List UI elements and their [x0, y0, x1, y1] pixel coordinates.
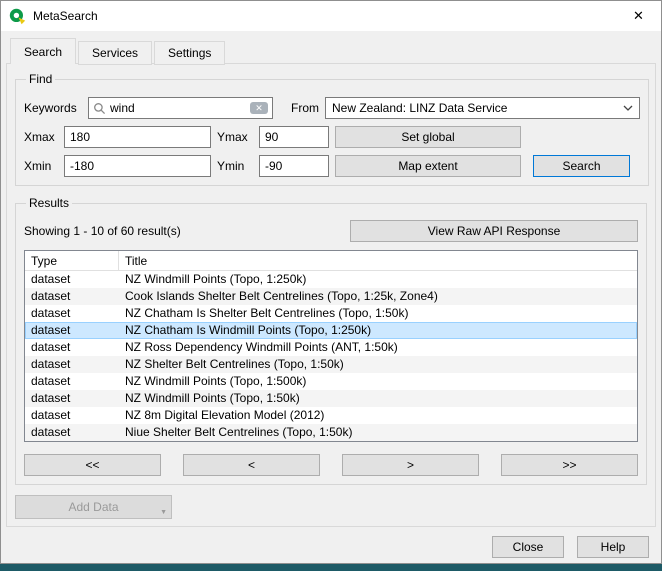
table-row[interactable]: dataset Niue Shelter Belt Centrelines (T… [25, 424, 637, 441]
clear-input-icon[interactable]: ✕ [250, 102, 268, 114]
add-data-button[interactable]: Add Data ▼ [15, 495, 172, 519]
table-row[interactable]: dataset NZ Chatham Is Shelter Belt Centr… [25, 305, 637, 322]
from-dropdown-value: New Zealand: LINZ Data Service [332, 101, 507, 115]
window-title: MetaSearch [33, 9, 98, 23]
search-tab-panel: Find Keywords ✕ From New Zealand: LINZ D [6, 63, 656, 527]
pager-last-button[interactable]: >> [501, 454, 638, 476]
table-row[interactable]: dataset Cook Islands Shelter Belt Centre… [25, 288, 637, 305]
search-icon [93, 102, 106, 115]
result-type-cell: dataset [25, 356, 119, 373]
keywords-label: Keywords [24, 101, 82, 115]
result-type-cell: dataset [25, 322, 119, 339]
result-title-cell: NZ Ross Dependency Windmill Points (ANT,… [119, 339, 637, 356]
xmax-input[interactable] [64, 126, 211, 148]
xmin-label: Xmin [24, 159, 58, 173]
result-title-cell: NZ Windmill Points (Topo, 1:500k) [119, 373, 637, 390]
result-title-cell: Cook Islands Shelter Belt Centrelines (T… [119, 288, 637, 305]
dropdown-arrow-icon: ▼ [160, 509, 167, 516]
xmin-input[interactable] [64, 155, 211, 177]
dialog-button-bar: Close Help [492, 536, 649, 558]
ymax-input[interactable] [259, 126, 329, 148]
from-label: From [291, 101, 319, 115]
from-dropdown[interactable]: New Zealand: LINZ Data Service [325, 97, 640, 119]
result-title-cell: NZ Windmill Points (Topo, 1:250k) [119, 271, 637, 288]
find-group-label: Find [26, 72, 55, 86]
result-title-cell: NZ 8m Digital Elevation Model (2012) [119, 407, 637, 424]
group-find: Find Keywords ✕ From New Zealand: LINZ D [15, 72, 649, 186]
results-table-header: Type Title [25, 251, 637, 271]
tab-settings[interactable]: Settings [154, 41, 225, 65]
xmax-label: Xmax [24, 130, 58, 144]
results-status: Showing 1 - 10 of 60 result(s) [24, 224, 181, 238]
tab-bar: Search Services Settings [1, 31, 661, 64]
result-type-cell: dataset [25, 339, 119, 356]
result-type-cell: dataset [25, 407, 119, 424]
qgis-logo-icon [9, 8, 26, 25]
titlebar: MetaSearch ✕ [1, 1, 661, 31]
search-button[interactable]: Search [533, 155, 630, 177]
metasearch-dialog: MetaSearch ✕ Search Services Settings Fi… [0, 0, 662, 564]
result-title-cell: NZ Chatham Is Windmill Points (Topo, 1:2… [119, 322, 637, 339]
pager-prev-button[interactable]: < [183, 454, 320, 476]
table-row[interactable]: dataset NZ 8m Digital Elevation Model (2… [25, 407, 637, 424]
results-table-body: dataset NZ Windmill Points (Topo, 1:250k… [25, 271, 637, 441]
ymax-label: Ymax [217, 130, 253, 144]
ymin-label: Ymin [217, 159, 253, 173]
chevron-down-icon [623, 105, 633, 111]
add-data-label: Add Data [68, 500, 118, 514]
set-global-button[interactable]: Set global [335, 126, 521, 148]
result-type-cell: dataset [25, 288, 119, 305]
column-header-type[interactable]: Type [25, 251, 119, 271]
group-results: Results Showing 1 - 10 of 60 result(s) V… [15, 196, 647, 485]
tab-search[interactable]: Search [10, 38, 76, 64]
result-title-cell: NZ Chatham Is Shelter Belt Centrelines (… [119, 305, 637, 322]
table-row[interactable]: dataset NZ Windmill Points (Topo, 1:500k… [25, 373, 637, 390]
tab-services[interactable]: Services [78, 41, 152, 65]
result-type-cell: dataset [25, 390, 119, 407]
table-row[interactable]: dataset NZ Shelter Belt Centrelines (Top… [25, 356, 637, 373]
table-row[interactable]: dataset NZ Chatham Is Windmill Points (T… [25, 322, 637, 339]
table-row[interactable]: dataset NZ Windmill Points (Topo, 1:250k… [25, 271, 637, 288]
pagination-bar: << < > >> [24, 454, 638, 476]
results-table: Type Title dataset NZ Windmill Points (T… [24, 250, 638, 442]
result-type-cell: dataset [25, 373, 119, 390]
result-type-cell: dataset [25, 271, 119, 288]
table-row[interactable]: dataset NZ Windmill Points (Topo, 1:50k) [25, 390, 637, 407]
result-title-cell: NZ Shelter Belt Centrelines (Topo, 1:50k… [119, 356, 637, 373]
map-extent-button[interactable]: Map extent [335, 155, 521, 177]
result-title-cell: NZ Windmill Points (Topo, 1:50k) [119, 390, 637, 407]
close-button[interactable]: Close [492, 536, 564, 558]
ymin-input[interactable] [259, 155, 329, 177]
keywords-input-wrap: ✕ [88, 97, 273, 119]
help-button[interactable]: Help [577, 536, 649, 558]
result-title-cell: Niue Shelter Belt Centrelines (Topo, 1:5… [119, 424, 637, 441]
result-type-cell: dataset [25, 424, 119, 441]
result-type-cell: dataset [25, 305, 119, 322]
window-close-button[interactable]: ✕ [616, 1, 661, 31]
view-raw-api-button[interactable]: View Raw API Response [350, 220, 638, 242]
table-row[interactable]: dataset NZ Ross Dependency Windmill Poin… [25, 339, 637, 356]
pager-next-button[interactable]: > [342, 454, 479, 476]
column-header-title[interactable]: Title [119, 251, 637, 271]
results-group-label: Results [26, 196, 72, 210]
pager-first-button[interactable]: << [24, 454, 161, 476]
desktop-background-strip [0, 564, 662, 571]
keywords-input[interactable] [110, 101, 246, 115]
